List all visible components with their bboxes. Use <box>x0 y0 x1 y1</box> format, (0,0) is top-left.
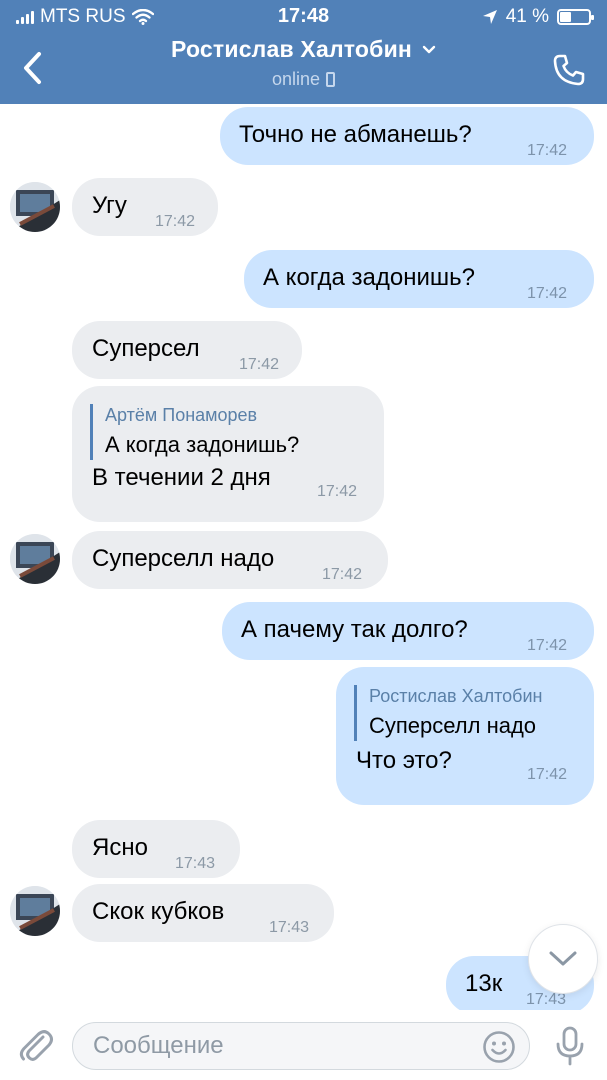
status-bar: MTS RUS 17:48 41 % <box>0 0 607 34</box>
incoming-message[interactable]: Угу 17:42 <box>72 178 218 236</box>
message-text: Что это? <box>356 747 452 774</box>
reply-text: Суперселл надо <box>369 713 537 738</box>
outgoing-message[interactable]: А когда задонишь? 17:42 <box>244 250 594 308</box>
composer <box>0 1010 607 1080</box>
online-status: online <box>271 69 321 89</box>
avatar[interactable] <box>10 182 60 232</box>
avatar-image <box>10 534 60 584</box>
message-time: 17:42 <box>155 213 196 230</box>
message-time: 17:42 <box>239 356 280 373</box>
message-text: А когда задонишь? <box>263 264 475 291</box>
contact-name: Ростислав Халтобин <box>170 36 413 62</box>
message-text: Точно не абманешь? <box>239 121 472 148</box>
incoming-message[interactable]: Суперсел 17:42 <box>72 321 302 379</box>
message-time: 17:43 <box>269 919 310 936</box>
outgoing-message[interactable]: Точно не абманешь? 17:42 <box>220 107 594 165</box>
message-text: Ясно <box>92 834 148 861</box>
scroll-to-bottom-button[interactable] <box>528 924 598 994</box>
chat-header: MTS RUS 17:48 41 % Ростислав Халтобин on… <box>0 0 607 104</box>
device-status: 41 % <box>482 5 594 29</box>
message-text: Суперселл надо <box>92 545 275 572</box>
avatar-image <box>10 886 60 936</box>
smiley-icon <box>483 1031 515 1063</box>
message-time: 17:42 <box>317 483 358 500</box>
message-text: А пачему так долго? <box>241 616 468 643</box>
chevron-down-icon <box>549 951 577 966</box>
incoming-message-reply[interactable]: Артём Понаморев А когда задонишь? В тече… <box>72 386 384 522</box>
contact-status: online <box>271 69 336 90</box>
microphone-icon <box>556 1026 584 1066</box>
mobile-device-icon <box>326 72 336 87</box>
voice-message-button[interactable] <box>548 1024 592 1068</box>
reply-author: Артём Понаморев <box>105 405 258 425</box>
location-arrow-icon <box>482 10 497 24</box>
message-time: 17:42 <box>527 285 568 302</box>
incoming-message[interactable]: Скок кубков 17:43 <box>72 884 334 942</box>
phone-call-icon <box>553 54 585 86</box>
message-text: 13к <box>465 970 503 997</box>
message-text: В течении 2 дня <box>92 464 271 491</box>
paperclip-icon <box>19 1030 53 1061</box>
message-list[interactable]: Точно не абманешь? 17:42 Угу 17:42 А ког… <box>0 104 607 1010</box>
message-time: 17:42 <box>527 142 568 159</box>
message-input[interactable] <box>72 1022 530 1070</box>
avatar-image <box>10 182 60 232</box>
message-text: Скок кубков <box>92 898 225 925</box>
incoming-message[interactable]: Суперселл надо 17:42 <box>72 531 388 589</box>
battery-icon <box>557 9 594 25</box>
message-time: 17:43 <box>175 855 216 872</box>
message-time: 17:42 <box>527 637 568 654</box>
chevron-left-icon <box>24 52 41 84</box>
call-button[interactable] <box>547 48 591 92</box>
contact-title[interactable]: Ростислав Халтобин online <box>110 36 497 90</box>
back-button[interactable] <box>10 46 54 90</box>
battery-percent: 41 % <box>505 6 549 27</box>
message-text: Суперсел <box>92 335 200 362</box>
attach-button[interactable] <box>16 1025 56 1065</box>
chevron-down-icon <box>422 45 436 53</box>
outgoing-message[interactable]: А пачему так долго? 17:42 <box>222 602 594 660</box>
incoming-message[interactable]: Ясно 17:43 <box>72 820 240 878</box>
reply-quote[interactable]: Артём Понаморев А когда задонишь? <box>90 404 299 460</box>
outgoing-message-reply[interactable]: Ростислав Халтобин Суперселл надо Что эт… <box>336 667 594 805</box>
emoji-button[interactable] <box>482 1030 516 1064</box>
avatar[interactable] <box>10 886 60 936</box>
message-text: Угу <box>92 192 127 219</box>
message-time: 17:42 <box>322 566 363 583</box>
avatar[interactable] <box>10 534 60 584</box>
reply-text: А когда задонишь? <box>105 432 300 457</box>
reply-quote[interactable]: Ростислав Халтобин Суперселл надо <box>354 685 542 741</box>
reply-author: Ростислав Халтобин <box>369 686 543 706</box>
message-time: 17:42 <box>527 766 568 783</box>
